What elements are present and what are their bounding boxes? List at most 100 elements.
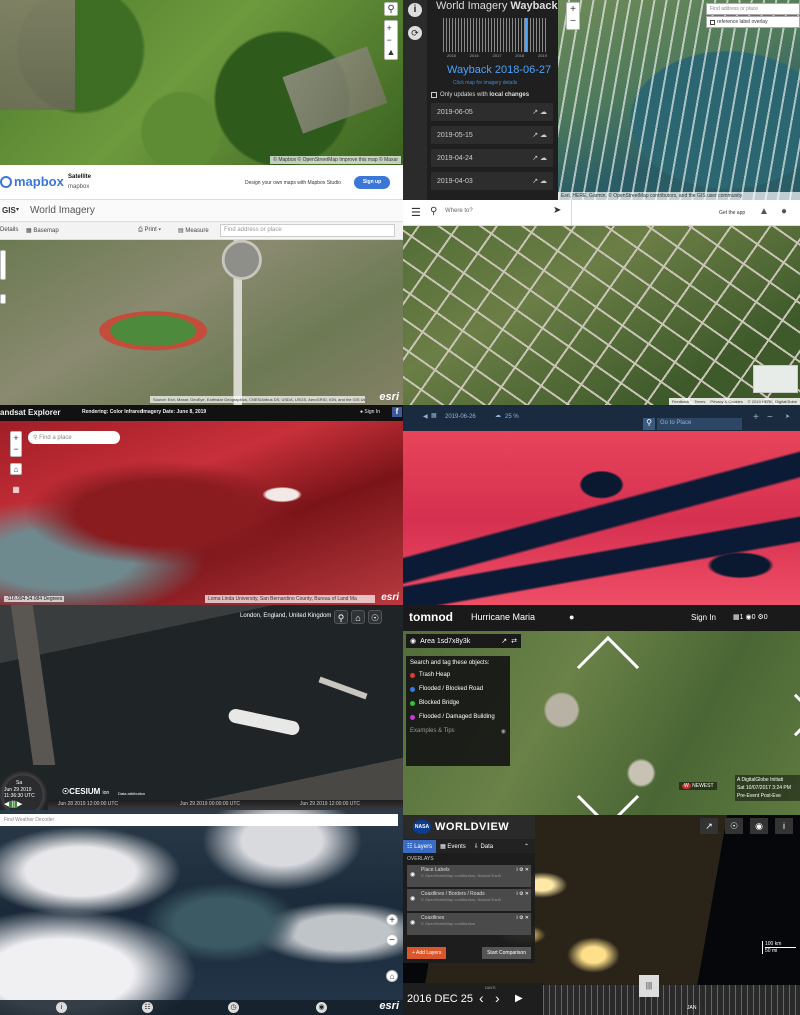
toggle-switch-icon[interactable]: ◉ [501,728,506,735]
tab-events[interactable]: ▦ Events [436,840,470,853]
play-controls[interactable]: ◀ || ▶ [4,800,22,808]
chat-icon[interactable]: ● [569,612,574,622]
play-icon[interactable]: ▶ [17,801,22,808]
tag-option[interactable]: Blocked Bridge [410,700,506,706]
info-icon[interactable]: i [56,1002,67,1013]
layer-actions-icon[interactable]: i ⚙ ✕ [516,915,529,921]
map-view-toggle[interactable] [753,365,798,393]
zoom-control[interactable] [0,250,6,280]
directions-icon[interactable]: ➤ [553,205,561,216]
share-icon[interactable]: ↗ [501,637,507,645]
eye-icon[interactable]: ◉ [410,919,415,926]
panel-here-wego-map[interactable]: ☰ ⚲ Where to? ➤ Get the app ▲ ● Feedback… [403,200,800,405]
next-day-icon[interactable]: › [495,990,500,1006]
zoom-in-button[interactable]: + [386,914,398,926]
newest-badge[interactable]: W NEWEST [679,782,717,790]
projection-icon[interactable]: ☉ [725,818,743,834]
release-item[interactable]: 2019-05-15 ↗ ☁ [431,126,553,144]
cloud-coverage[interactable]: 25 % [505,414,519,420]
measure-button[interactable]: ▤ Measure [178,227,209,234]
android-icon[interactable]: ▲ [759,206,769,217]
layer-item[interactable]: ◉ Coastlines © OpenStreetMap contributor… [407,913,531,935]
layer-actions-icon[interactable]: i ⚙ ✕ [516,867,529,873]
facebook-icon[interactable]: f [392,407,402,417]
home-button[interactable]: ⌂ [351,610,365,624]
zoom-out-button[interactable]: − [386,934,398,946]
tab-data[interactable]: ⇩ Data [470,840,497,853]
globe-icon[interactable]: ☉ [368,610,382,624]
info-icon[interactable]: i [775,818,793,834]
panel-marina-map[interactable]: + − Find address or place reference label… [558,0,800,200]
place-search-input[interactable]: Find address or place [706,3,800,15]
animation-clock[interactable]: Sa Jun 29 2019 11:36:30 UTC ◀ || ▶ [0,770,48,810]
date-display[interactable]: 2016 DEC 25 [407,993,473,1005]
zoom-control[interactable]: + − ▲ [384,20,398,60]
feedback-link[interactable]: Feedback [672,399,690,404]
release-item[interactable]: 2019-06-05 ↗ ☁ [431,103,553,121]
layer-item[interactable]: ◉ Place Labels © OpenStreetMap contribut… [407,865,531,887]
checkbox-box[interactable] [710,19,715,25]
goto-place-input[interactable]: Go to Place [657,418,742,430]
tag-option[interactable]: Trash Heap [410,672,506,678]
chevron-down-icon[interactable]: ▾ [16,206,19,213]
share-icon[interactable]: ↗ [700,818,718,834]
checkbox-box[interactable] [431,92,437,98]
home-button[interactable]: ⌂ [10,463,22,475]
zoom-control[interactable]: + − [10,431,22,457]
collapse-icon[interactable]: ⌃ [524,843,535,850]
tag-option[interactable]: Flooded / Damaged Building [410,714,506,720]
timeline-handle[interactable]: ||| [639,975,659,997]
add-layers-button[interactable]: + Add Layers [407,947,447,959]
release-actions-icon[interactable]: ↗ ☁ [532,131,547,139]
apple-icon[interactable]: ● [781,206,787,217]
print-button[interactable]: ⎙ Print ▾ [138,227,161,234]
info-icon[interactable]: i [408,3,422,17]
panel-weather-satellite[interactable]: Find Weather Decoder + − ⌂ i ☷ ◷ ◉ esri [0,810,403,1015]
signin-button[interactable]: ● Sign In [360,409,380,415]
zoom-in-icon[interactable]: + [753,412,759,423]
panel-tomnod[interactable]: tomnod Hurricane Maria ● Sign In ▦1 ◉0 ⚙… [403,605,800,815]
weather-search-input[interactable]: Find Weather Decoder [0,814,398,826]
nav-arrow-right[interactable] [774,693,800,737]
get-app-button[interactable]: Get the app [719,210,745,216]
layer-item[interactable]: ◉ Coastlines / Borders / Roads © OpenStr… [407,889,531,911]
pause-icon[interactable]: || [9,801,18,808]
where-to-input[interactable]: Where to? [445,208,473,214]
nav-arrow-up[interactable] [576,635,640,699]
timeline-slider[interactable]: ||| JAN [543,975,800,1015]
video-icon[interactable]: ▶ [515,993,523,1004]
eye-icon[interactable]: ◉ [410,871,415,878]
zoom-control[interactable]: + − [566,2,580,30]
basemap-gallery-button[interactable]: ▦ [10,483,22,495]
layer-actions-icon[interactable]: i ⚙ ✕ [516,891,529,897]
sentinel-map-view[interactable] [403,431,800,610]
data-attribution-link[interactable]: Data attribution [118,791,145,796]
tab-layers[interactable]: ☷ Layers [403,839,437,853]
local-changes-checkbox[interactable]: Only updates with local changes [431,92,529,98]
home-button[interactable]: ⌂ [386,970,398,982]
home-button[interactable] [0,294,6,304]
privacy-link[interactable]: Privacy & Cookies [710,399,742,404]
panel-nasa-worldview[interactable]: ↗ ☉ ◉ i NASA WORLDVIEW ☷ Layers ▦ Events… [403,815,800,1015]
signup-button[interactable]: Sign up [354,176,390,189]
release-actions-icon[interactable]: ↗ ☁ [532,154,547,162]
arcgis-map-view[interactable]: Source: Esri, Maxar, GeoEye, Earthstar G… [0,240,403,405]
prev-date-icon[interactable]: ◀ [423,413,428,420]
imagery-date[interactable]: 2019-06-26 [445,414,476,420]
nav-arrow-down[interactable] [576,765,640,815]
panel-cesium-viewer[interactable]: London, England, United Kingdom ⚲ ⌂ ☉ Sa… [0,605,403,810]
layers-icon[interactable]: ☷ [142,1002,153,1013]
release-item[interactable]: 2019-04-24 ↗ ☁ [431,149,553,167]
panel-mapbox-aerial-top[interactable]: ⚲ + − ▲ © Mapbox © OpenStreetMap Improve t… [0,0,403,165]
search-button[interactable]: ⚲ [334,610,348,624]
menu-icon[interactable]: ☰ [411,206,421,219]
signin-button[interactable]: Sign In [691,613,716,622]
prev-day-icon[interactable]: ‹ [479,990,484,1006]
examples-toggle[interactable]: Examples & Tips ◉ [410,728,506,735]
address-search-input[interactable]: Find address or place [220,224,395,237]
release-actions-icon[interactable]: ↗ ☁ [532,108,547,116]
timeline[interactable]: Jun 28 2019 12:00:00 UTC Jun 29 2019 00:… [48,800,403,810]
share-icon[interactable]: ➤ [785,413,790,420]
tag-option[interactable]: Flooded / Blocked Road [410,686,506,692]
eye-icon[interactable]: ◉ [410,895,415,902]
